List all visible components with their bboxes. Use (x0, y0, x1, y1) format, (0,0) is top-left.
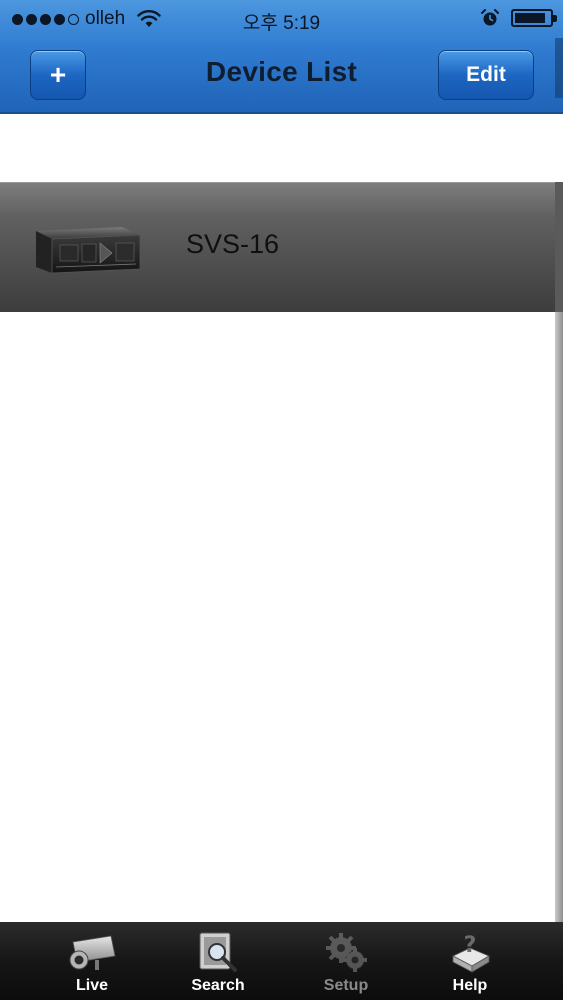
list-item[interactable]: SVS-16 (0, 182, 563, 312)
search-icon (199, 932, 237, 972)
scrollbar-top (555, 182, 563, 312)
top-bar: olleh 오후 5:19 + Device List Edit (0, 0, 563, 114)
status-bar: olleh 오후 5:19 (0, 0, 563, 38)
battery-level (515, 13, 545, 23)
tab-bar: Live Search Setup ? Help (0, 922, 563, 1000)
dvr-recorder-icon (36, 227, 141, 274)
tab-live[interactable]: Live (42, 922, 142, 1000)
gear-icon (326, 933, 367, 972)
status-right (481, 9, 557, 27)
tab-label: Setup (323, 977, 369, 994)
help-icon: ? (452, 933, 490, 973)
device-name: SVS-16 (186, 229, 280, 259)
tab-help[interactable]: ? Help (420, 922, 520, 1000)
battery-icon (511, 9, 557, 27)
tab-label: Help (452, 977, 488, 994)
status-time: 오후 5:19 (242, 13, 321, 34)
battery-nub (553, 15, 557, 22)
edit-button[interactable]: Edit (438, 50, 534, 100)
camera-icon (69, 935, 116, 970)
nav-edge-shadow (555, 38, 563, 98)
tab-search[interactable]: Search (168, 922, 268, 1000)
device-list: SVS-16 (0, 114, 563, 922)
navigation-bar: + Device List Edit (0, 38, 563, 114)
tab-label: Live (75, 977, 108, 994)
tab-label: Search (191, 977, 245, 994)
tab-setup[interactable]: Setup (296, 922, 396, 1000)
svg-text:?: ? (464, 933, 477, 958)
scrollbar[interactable] (555, 312, 563, 922)
alarm-icon (481, 9, 499, 26)
